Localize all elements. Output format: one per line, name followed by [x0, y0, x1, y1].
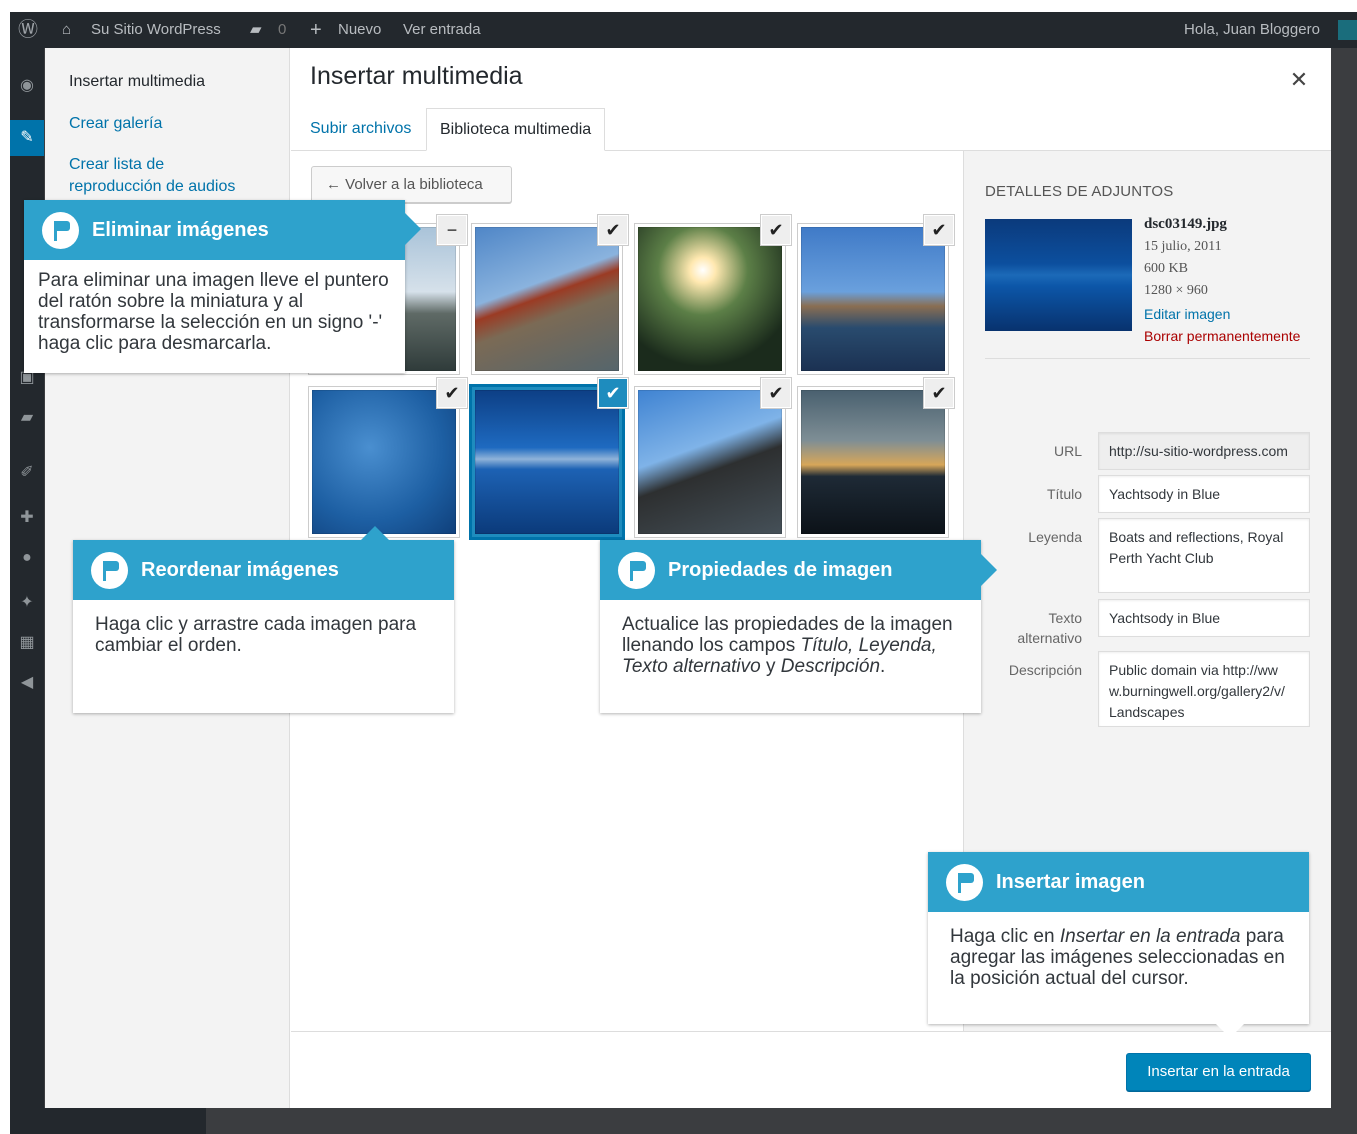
users-icon[interactable]: ● [17, 548, 37, 568]
check-icon[interactable]: ✔ [598, 215, 628, 245]
plus-icon[interactable]: + [310, 12, 322, 48]
description-field[interactable]: Public domain via http://www.burningwell… [1098, 651, 1310, 727]
back-to-library-button[interactable]: ← Volver a la biblioteca [311, 166, 512, 203]
deselect-icon[interactable]: − [437, 215, 467, 245]
attachment-size: 600 KB [1144, 261, 1188, 276]
callout-reorder-images: Reordenar imágenes Haga clic y arrastre … [73, 540, 454, 713]
thumbnail-wooden-pier[interactable] [797, 223, 949, 375]
site-name-link[interactable]: Su Sitio WordPress [91, 12, 221, 48]
delete-permanently-link[interactable]: Borrar permanentemente [1144, 328, 1300, 344]
new-content-link[interactable]: Nuevo [338, 12, 381, 48]
flag-icon [618, 552, 655, 589]
callout-insert-image: Insertar imagen Haga clic en Insertar en… [928, 852, 1309, 1024]
callout-image-properties: Propiedades de imagen Actualice las prop… [600, 540, 981, 713]
tab-upload-files[interactable]: Subir archivos [297, 108, 424, 151]
menu-create-audio-playlist[interactable]: Crear lista de reproducción de audios [69, 154, 259, 198]
attachment-preview [985, 219, 1132, 331]
callout-reorder-header: Reordenar imágenes [73, 540, 454, 600]
attachment-dimensions: 1280 × 960 [1144, 283, 1208, 298]
dashboard-icon[interactable]: ◉ [17, 76, 37, 96]
insert-into-post-button[interactable]: Insertar en la entrada [1126, 1053, 1311, 1091]
toolbar-divider [291, 1031, 1331, 1032]
callout-properties-arrow [981, 554, 997, 586]
caption-field[interactable]: Boats and reflections, Royal Perth Yacht… [1098, 518, 1310, 593]
callout-insert-title: Insertar imagen [996, 871, 1145, 893]
callout-remove-arrow [405, 213, 421, 245]
settings-icon[interactable]: ▦ [17, 633, 37, 653]
attachment-details-heading: Detalles de adjuntos [985, 183, 1174, 200]
modal-title: Insertar multimedia [310, 62, 523, 90]
callout-insert-header: Insertar imagen [928, 852, 1309, 912]
url-field[interactable]: http://su-sitio-wordpress.com [1098, 432, 1310, 470]
account-greeting[interactable]: Hola, Juan Bloggero [1184, 12, 1320, 48]
flag-icon [42, 212, 79, 249]
alt-text-field[interactable]: Yachtsody in Blue [1098, 599, 1310, 637]
callout-reorder-arrow [361, 526, 389, 540]
callout-insert-body: Haga clic en Insertar en la entrada para… [950, 926, 1285, 989]
posts-icon[interactable]: ✎ [10, 120, 44, 156]
caption-label: Leyenda [1028, 529, 1082, 545]
callout-properties-header: Propiedades de imagen [600, 540, 981, 600]
admin-bar: Ⓦ ⌂ Su Sitio WordPress ▰ 0 + Nuevo Ver e… [10, 12, 1357, 48]
title-label: Título [1046, 486, 1082, 502]
callout-remove-title: Eliminar imágenes [92, 219, 269, 241]
wordpress-logo-icon[interactable]: Ⓦ [18, 12, 38, 48]
thumbnail-golden-gate-bridge[interactable] [471, 223, 623, 375]
plugins-icon[interactable]: ✚ [17, 508, 37, 528]
comments-icon[interactable]: ▰ [250, 12, 262, 48]
collapse-icon[interactable]: ◀ [17, 673, 37, 693]
callout-insert-arrow [1216, 1024, 1244, 1038]
alt-text-label: Texto alternativo [1017, 610, 1082, 646]
check-icon[interactable]: ✔ [598, 378, 628, 408]
thumbnail-harbour-bridge[interactable] [634, 386, 786, 538]
attachment-filename: dsc03149.jpg [1144, 216, 1227, 232]
title-field[interactable]: Yachtsody in Blue [1098, 475, 1310, 513]
admin-menu-bottom [10, 1108, 206, 1134]
callout-properties-title: Propiedades de imagen [668, 559, 893, 581]
thumbnail-sun-through-trees[interactable] [634, 223, 786, 375]
callout-remove-body: Para eliminar una imagen lleve el punter… [38, 270, 389, 354]
thumbnail-sunset-clouds[interactable] [797, 386, 949, 538]
check-icon[interactable]: ✔ [761, 215, 791, 245]
home-icon[interactable]: ⌂ [62, 12, 71, 48]
details-divider [985, 358, 1310, 359]
thumbnail-rain-drops-water[interactable] [308, 386, 460, 538]
check-icon[interactable]: ✔ [924, 215, 954, 245]
flag-icon [91, 552, 128, 589]
avatar[interactable] [1338, 20, 1357, 40]
comments-count[interactable]: 0 [278, 12, 286, 48]
check-icon[interactable]: ✔ [761, 378, 791, 408]
tools-icon[interactable]: ✦ [17, 593, 37, 613]
edit-image-link[interactable]: Editar imagen [1144, 306, 1230, 322]
description-label: Descripción [1008, 662, 1082, 678]
attachment-date: 15 julio, 2011 [1144, 239, 1222, 254]
check-icon[interactable]: ✔ [924, 378, 954, 408]
callout-remove-header: Eliminar imágenes [24, 200, 405, 260]
view-post-link[interactable]: Ver entrada [403, 12, 481, 48]
callout-properties-body: Actualice las propiedades de la imagen l… [622, 614, 953, 677]
check-icon[interactable]: ✔ [437, 378, 467, 408]
menu-create-gallery[interactable]: Crear galería [69, 113, 269, 135]
tab-media-library[interactable]: Biblioteca multimedia [426, 108, 606, 151]
appearance-icon[interactable]: ✐ [17, 463, 37, 483]
close-icon: ✕ [1289, 67, 1309, 92]
callout-reorder-title: Reordenar imágenes [141, 559, 339, 581]
comments-menu-icon[interactable]: ▰ [17, 408, 37, 428]
close-button[interactable]: ✕ [1281, 64, 1317, 96]
callout-remove-images: Eliminar imágenes Para eliminar una imag… [24, 200, 405, 373]
callout-reorder-body: Haga clic y arrastre cada imagen para ca… [95, 614, 417, 656]
thumbnail-blue-marina[interactable] [469, 384, 625, 540]
menu-insert-media[interactable]: Insertar multimedia [69, 71, 269, 93]
url-label: URL [1053, 443, 1082, 459]
flag-icon [946, 864, 983, 901]
